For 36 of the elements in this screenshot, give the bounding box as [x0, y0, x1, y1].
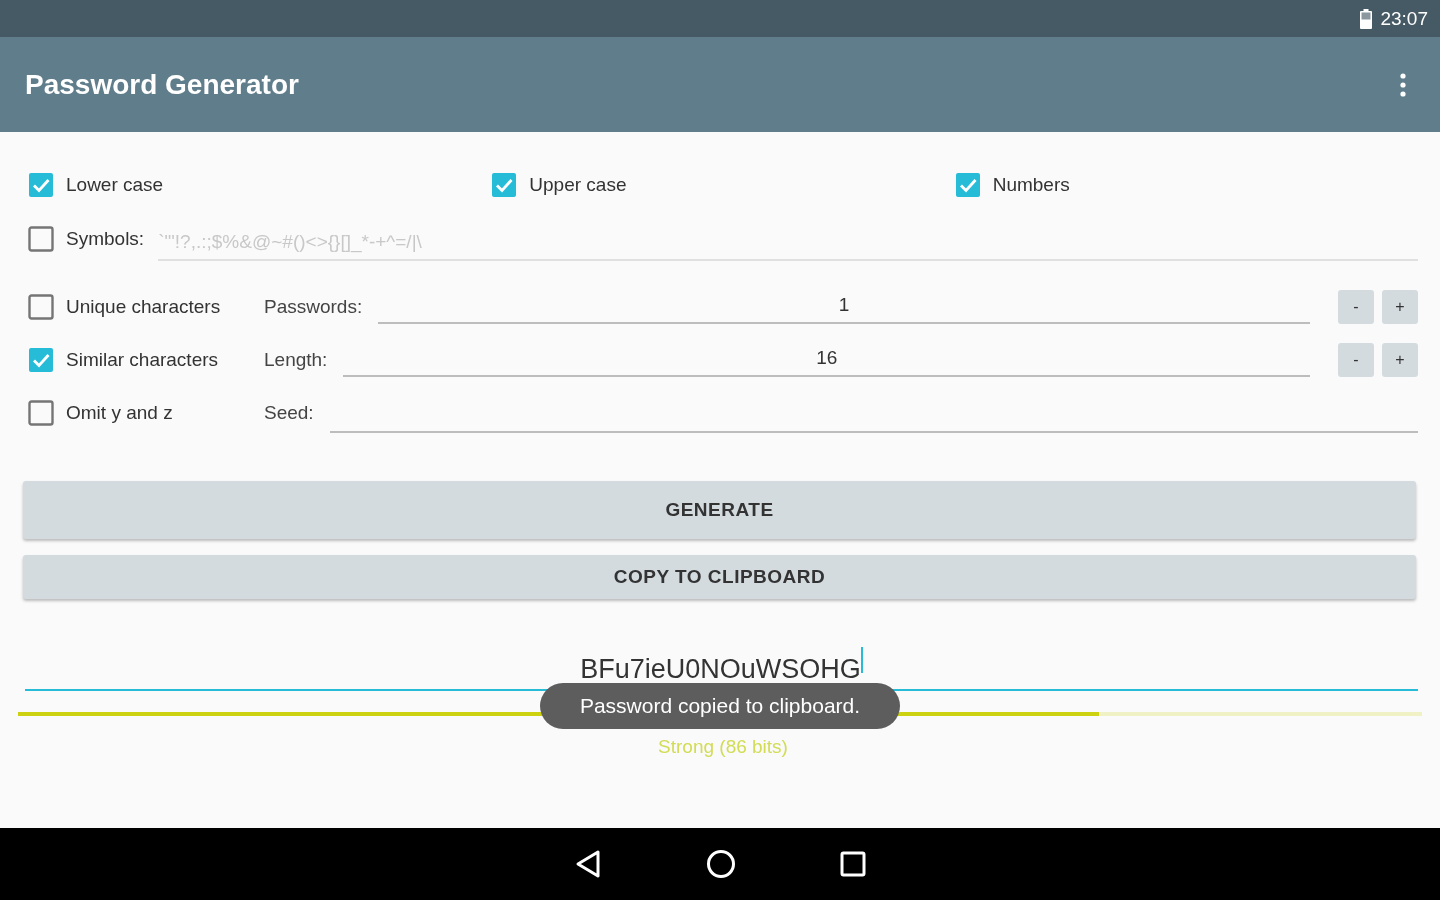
- number-field[interactable]: 16: [343, 342, 1310, 377]
- checkbox[interactable]: [491, 172, 518, 198]
- text-cursor: [860, 647, 863, 673]
- number-field[interactable]: 1: [378, 289, 1310, 324]
- checkbox[interactable]: [28, 399, 54, 426]
- increment-button[interactable]: +: [1382, 342, 1418, 377]
- recents-icon[interactable]: [840, 851, 866, 877]
- decrement-button[interactable]: -: [1338, 342, 1374, 377]
- checkbox-label[interactable]: Omit y and z: [66, 401, 173, 424]
- checkbox[interactable]: [28, 293, 54, 320]
- copy-button[interactable]: COPY TO CLIPBOARD: [23, 555, 1416, 599]
- more-options-icon[interactable]: [1400, 72, 1406, 97]
- clock-time: 23:07: [1380, 7, 1428, 30]
- checkbox[interactable]: [28, 346, 54, 373]
- decrement-button[interactable]: -: [1338, 289, 1374, 324]
- checkbox-label[interactable]: Similar characters: [66, 348, 219, 371]
- symbols-field[interactable]: `"'!?,.:;$%&@~#()<>{}[]_*-+^=/|\: [158, 227, 1418, 261]
- back-icon[interactable]: [574, 849, 602, 879]
- checkbox-label[interactable]: Lower case: [66, 174, 164, 196]
- toast-message: Password copied to clipboard.: [540, 683, 900, 729]
- strength-label: Strong (86 bits): [657, 736, 789, 758]
- field-label: Length:: [264, 348, 328, 371]
- checkbox-label[interactable]: Symbols:: [66, 228, 145, 250]
- checkbox[interactable]: [28, 226, 54, 252]
- checkbox[interactable]: [28, 172, 54, 198]
- checkbox[interactable]: [954, 172, 981, 198]
- checkbox-label[interactable]: Upper case: [529, 174, 627, 196]
- checkbox-label[interactable]: Unique characters: [66, 295, 221, 318]
- increment-button[interactable]: +: [1382, 289, 1418, 324]
- home-icon[interactable]: [706, 849, 736, 879]
- field-label: Passwords:: [264, 295, 363, 318]
- checkbox-label[interactable]: Numbers: [992, 174, 1070, 196]
- field-label: Seed:: [264, 401, 314, 424]
- app-title: Password Generator: [25, 68, 299, 101]
- generate-button[interactable]: GENERATE: [23, 481, 1416, 539]
- battery-icon: [1360, 8, 1373, 29]
